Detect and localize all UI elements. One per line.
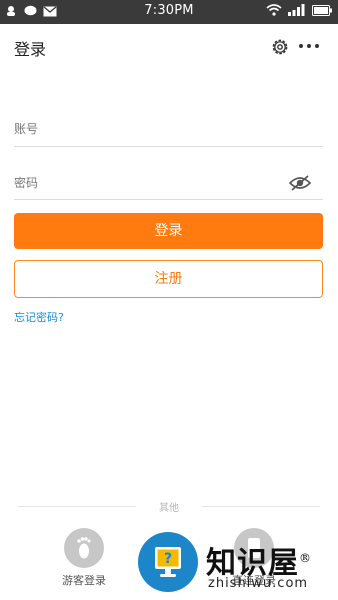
divider-line-right [202,506,320,507]
register-button[interactable]: 注册 [14,260,323,298]
password-input[interactable] [14,176,274,190]
gear-icon[interactable] [270,37,290,57]
watermark: ? 知识屋® zhishiwu.com [138,532,338,600]
title-bar: 登录 [0,24,338,70]
wifi-icon [266,4,282,16]
password-field[interactable] [14,166,323,200]
login-button[interactable]: 登录 [14,213,323,249]
more-options-button[interactable] [299,44,319,48]
status-right-icons [266,4,332,16]
more-dot-icon [299,44,303,48]
page-title: 登录 [14,40,47,59]
footprint-icon [77,537,91,559]
more-dot-icon [315,44,319,48]
guest-login-label: 游客登录 [62,574,106,587]
battery-icon [312,4,332,16]
svg-text:?: ? [164,551,172,567]
more-dot-icon [307,44,311,48]
question-monitor-icon: ? [155,547,181,577]
guest-login-option[interactable]: 游客登录 [49,528,119,588]
forgot-password-link[interactable]: 忘记密码? [14,309,64,325]
account-input[interactable] [14,122,274,136]
watermark-logo: ? [138,532,198,592]
registered-mark: ® [299,551,312,565]
account-field[interactable] [14,118,323,147]
signal-icon [288,4,305,16]
other-divider: 其他 [0,498,338,514]
watermark-domain: zhishiwu.com [208,576,309,591]
guest-login-button[interactable] [64,528,104,568]
hide-password-icon[interactable] [289,175,311,191]
status-bar: 7:30PM [0,0,338,24]
